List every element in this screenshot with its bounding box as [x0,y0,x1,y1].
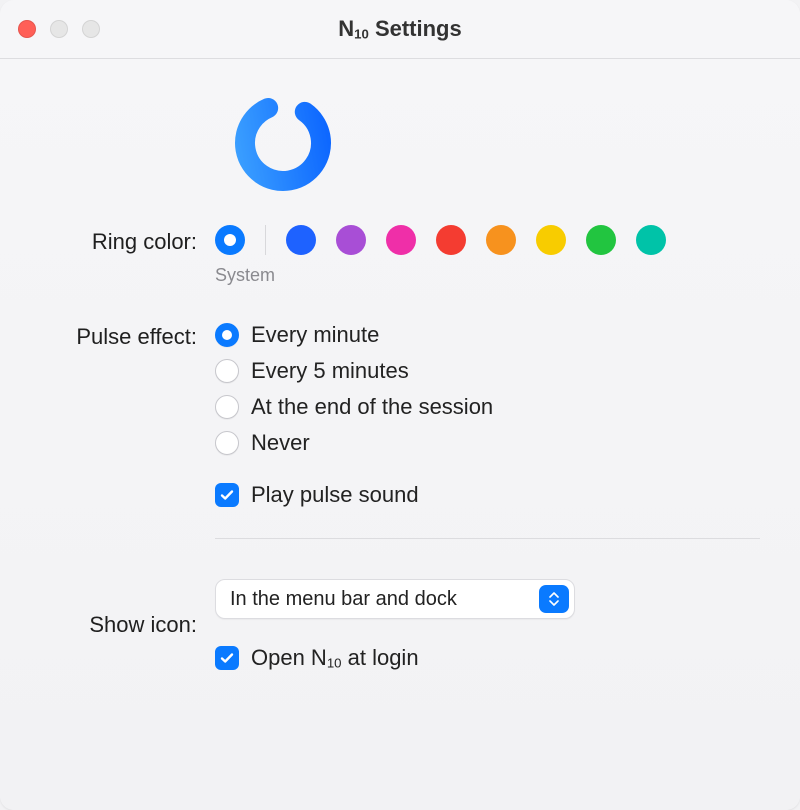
radio-icon [215,431,239,455]
color-swatch-magenta[interactable] [386,225,416,255]
close-window-button[interactable] [18,20,36,38]
color-swatch-green[interactable] [586,225,616,255]
show-icon-row: Show icon: In the menu bar and dock Open… [40,579,760,671]
pulse-effect-row: Pulse effect: Every minute Every 5 minute… [40,322,760,569]
ring-preview [40,89,760,225]
pulse-option-label: Every 5 minutes [251,358,409,384]
section-divider [215,538,760,539]
pulse-option-label: Never [251,430,310,456]
pulse-option[interactable]: At the end of the session [215,394,760,420]
ring-color-row: Ring color: System [40,225,760,286]
ring-color-label: Ring color: [40,225,215,255]
color-swatch-orange[interactable] [486,225,516,255]
minimize-window-button[interactable] [50,20,68,38]
titlebar: N10 Settings [0,0,800,58]
title-sub: 10 [354,27,369,42]
zoom-window-button[interactable] [82,20,100,38]
ring-icon [233,93,760,199]
color-swatch-teal[interactable] [636,225,666,255]
swatch-separator [265,225,266,255]
color-swatch-yellow[interactable] [536,225,566,255]
open-at-login-label: Open N10 at login [251,645,419,671]
show-icon-label: Show icon: [40,612,215,638]
color-swatch-red[interactable] [436,225,466,255]
system-caption: System [215,265,760,286]
color-swatch-purple[interactable] [336,225,366,255]
color-swatch-system[interactable] [215,225,245,255]
settings-window: N10 Settings Ring color: [0,0,800,810]
title-suffix: Settings [369,16,462,41]
show-icon-select[interactable]: In the menu bar and dock [215,579,575,619]
show-icon-value: In the menu bar and dock [230,588,457,611]
pulse-effect-options: Every minute Every 5 minutes At the end of… [215,322,760,456]
radio-icon [215,395,239,419]
window-controls [18,20,100,38]
window-title: N10 Settings [0,16,800,42]
play-pulse-sound-checkbox[interactable]: Play pulse sound [215,482,760,508]
open-at-login-checkbox[interactable]: Open N10 at login [215,645,760,671]
radio-icon [215,323,239,347]
pulse-option-label: At the end of the session [251,394,493,420]
pulse-option[interactable]: Never [215,430,760,456]
color-swatch-blue[interactable] [286,225,316,255]
pulse-option-label: Every minute [251,322,379,348]
select-caret-icon [539,585,569,613]
ring-color-swatches [215,225,760,255]
pulse-effect-label: Pulse effect: [40,322,215,350]
checkbox-checked-icon [215,483,239,507]
checkbox-checked-icon [215,646,239,670]
pulse-option[interactable]: Every 5 minutes [215,358,760,384]
pulse-option[interactable]: Every minute [215,322,760,348]
content: Ring color: System Pulse effect: Every m… [0,59,800,810]
play-pulse-sound-label: Play pulse sound [251,482,419,508]
title-prefix: N [338,16,354,41]
radio-icon [215,359,239,383]
